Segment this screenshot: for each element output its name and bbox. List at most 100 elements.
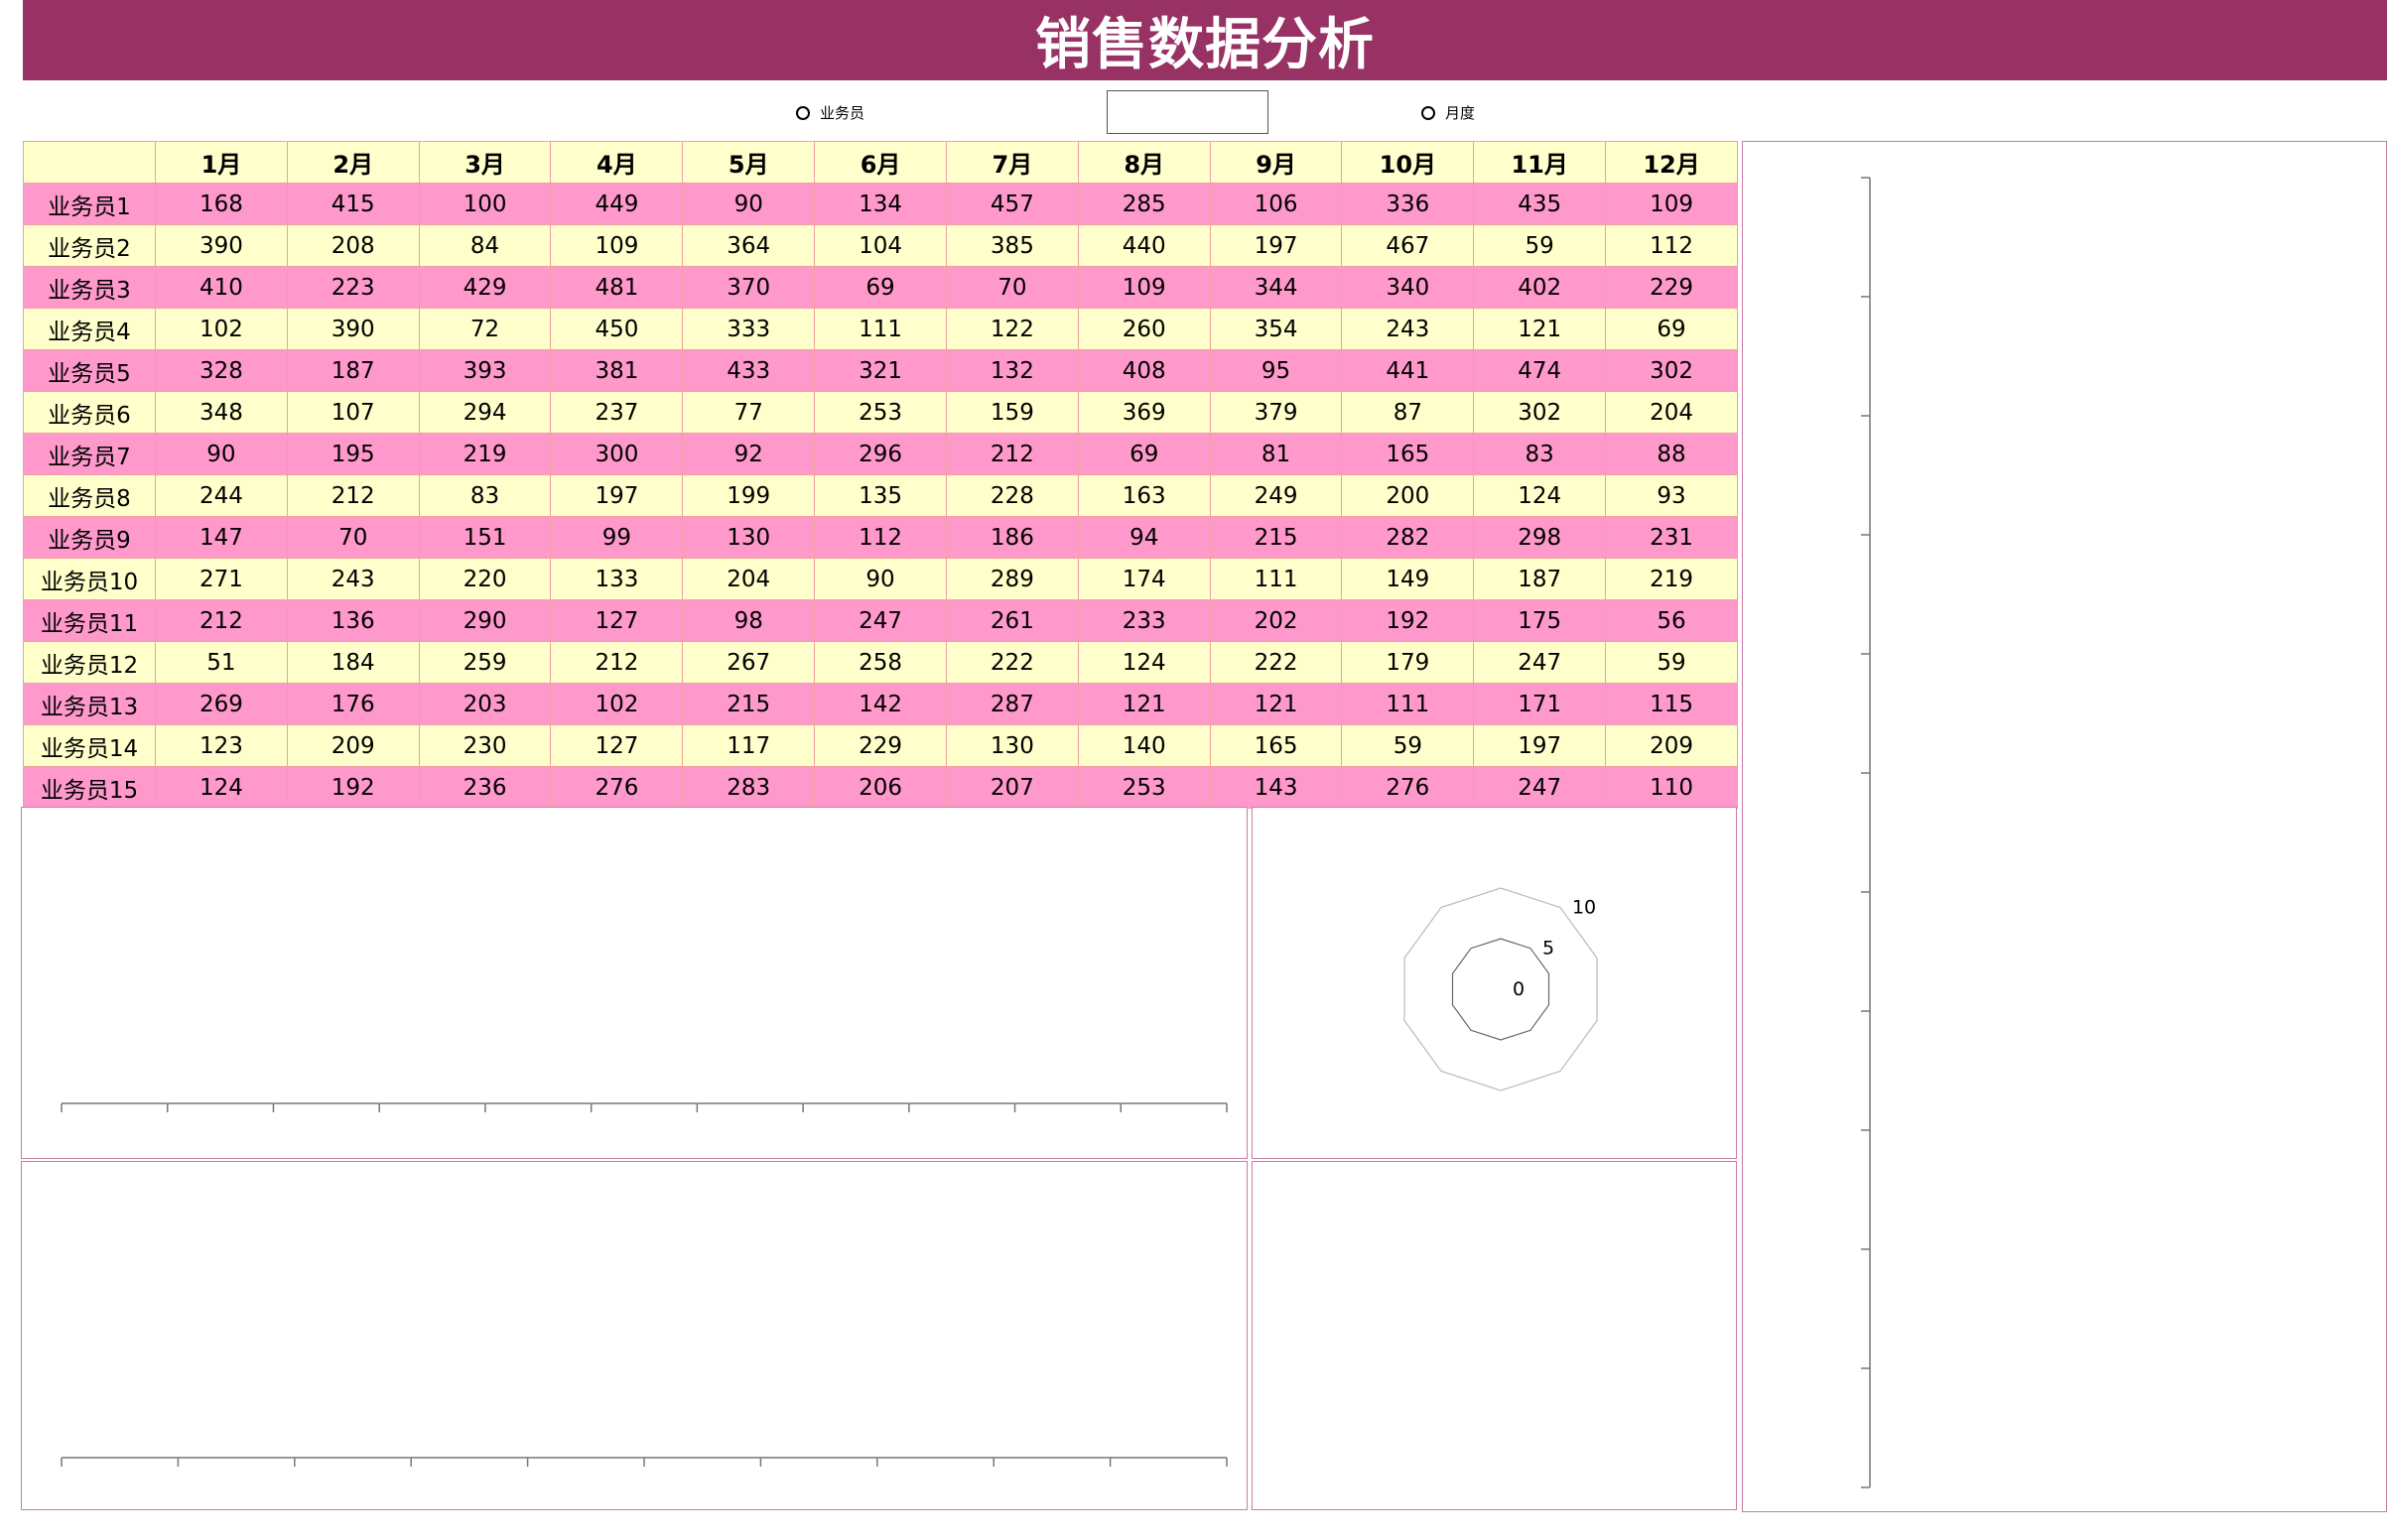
salesperson-chart-panel	[21, 1161, 1248, 1510]
sales-value-cell: 200	[1341, 474, 1475, 517]
salesperson-name-cell: 业务员15	[23, 766, 156, 809]
sales-value-cell: 192	[1341, 599, 1475, 642]
sales-value-cell: 102	[550, 683, 684, 725]
sales-value-cell: 143	[1209, 766, 1343, 809]
sales-value-cell: 192	[286, 766, 420, 809]
radar-chart-panel: 0 5 10	[1252, 807, 1737, 1159]
sales-value-cell: 110	[1605, 766, 1738, 809]
radar-tick-label: 10	[1572, 896, 1596, 918]
radio-salesperson[interactable]: 业务员	[796, 102, 864, 123]
sales-value-cell: 259	[418, 641, 552, 684]
sales-value-cell: 231	[1605, 516, 1738, 559]
sales-value-cell: 260	[1077, 308, 1211, 350]
selection-box[interactable]	[1107, 90, 1268, 134]
radio-circle-icon[interactable]	[796, 105, 810, 120]
sales-value-cell: 302	[1473, 391, 1607, 434]
sales-value-cell: 390	[286, 308, 420, 350]
sales-value-cell: 151	[418, 516, 552, 559]
sales-value-cell: 100	[418, 183, 552, 225]
table-row: 业务员13 269 176 203 102 215 142 287 121 121 111 171 11…	[23, 683, 1738, 725]
sales-value-cell: 203	[418, 683, 552, 725]
sales-value-cell: 93	[1605, 474, 1738, 517]
sales-value-cell: 370	[682, 266, 816, 309]
sales-value-cell: 440	[1077, 224, 1211, 267]
sales-value-cell: 59	[1473, 224, 1607, 267]
page-title: 销售数据分析	[1035, 13, 1375, 77]
salesperson-name-cell: 业务员4	[23, 308, 156, 350]
sales-value-cell: 168	[155, 183, 288, 225]
sales-value-cell: 215	[682, 683, 816, 725]
sales-value-cell: 115	[1605, 683, 1738, 725]
sales-value-cell: 109	[1077, 266, 1211, 309]
sales-value-cell: 287	[945, 683, 1079, 725]
sales-value-cell: 109	[1605, 183, 1738, 225]
sales-value-cell: 236	[418, 766, 552, 809]
sales-value-cell: 229	[1605, 266, 1738, 309]
sales-value-cell: 207	[945, 766, 1079, 809]
header-bar: 销售数据分析	[23, 0, 2387, 80]
column-header: 10月	[1341, 141, 1475, 184]
table-row: 业务员2 390 208 84 109 364 104 385 440 197 467 59 112	[23, 224, 1738, 267]
sales-value-cell: 121	[1473, 308, 1607, 350]
column-header: 3月	[418, 141, 552, 184]
sales-value-cell: 402	[1473, 266, 1607, 309]
sales-value-cell: 140	[1077, 724, 1211, 767]
sales-value-cell: 354	[1209, 308, 1343, 350]
salesperson-name-cell: 业务员3	[23, 266, 156, 309]
sales-value-cell: 84	[418, 224, 552, 267]
radar-tick-label: 5	[1542, 938, 1554, 960]
salesperson-name-cell: 业务员2	[23, 224, 156, 267]
column-header: 2月	[286, 141, 420, 184]
sales-value-cell: 441	[1341, 349, 1475, 392]
sales-value-cell: 393	[418, 349, 552, 392]
monthly-bar-chart	[61, 1102, 1228, 1112]
radio-circle-icon[interactable]	[1421, 105, 1435, 120]
sales-value-cell: 149	[1341, 558, 1475, 600]
column-header: 8月	[1077, 141, 1211, 184]
sales-value-cell: 249	[1209, 474, 1343, 517]
radar-grid-ring	[1403, 887, 1598, 1091]
sales-value-cell: 222	[945, 641, 1079, 684]
sales-value-cell: 72	[418, 308, 552, 350]
sales-value-cell: 124	[1473, 474, 1607, 517]
table-corner-cell	[23, 141, 156, 184]
sales-value-cell: 90	[814, 558, 947, 600]
table-row: 业务员9 147 70 151 99 130 112 186 94 215 282 298 231	[23, 516, 1738, 559]
sales-value-cell: 212	[945, 433, 1079, 475]
sales-value-cell: 433	[682, 349, 816, 392]
sales-value-cell: 208	[286, 224, 420, 267]
sales-value-cell: 83	[1473, 433, 1607, 475]
sales-value-cell: 379	[1209, 391, 1343, 434]
sales-value-cell: 449	[550, 183, 684, 225]
sales-value-cell: 202	[1209, 599, 1343, 642]
sales-value-cell: 123	[155, 724, 288, 767]
sales-value-cell: 171	[1473, 683, 1607, 725]
sales-value-cell: 70	[945, 266, 1079, 309]
sales-value-cell: 253	[814, 391, 947, 434]
sales-value-cell: 244	[155, 474, 288, 517]
sales-value-cell: 364	[682, 224, 816, 267]
sales-value-cell: 435	[1473, 183, 1607, 225]
sales-value-cell: 321	[814, 349, 947, 392]
salesperson-name-cell: 业务员6	[23, 391, 156, 434]
sales-value-cell: 474	[1473, 349, 1607, 392]
monthly-chart-panel	[21, 807, 1248, 1159]
salesperson-name-cell: 业务员14	[23, 724, 156, 767]
sales-value-cell: 290	[418, 599, 552, 642]
sales-value-cell: 94	[1077, 516, 1211, 559]
radio-month[interactable]: 月度	[1421, 102, 1475, 123]
sales-value-cell: 98	[682, 599, 816, 642]
sales-value-cell: 222	[1209, 641, 1343, 684]
sales-value-cell: 219	[1605, 558, 1738, 600]
column-header: 5月	[682, 141, 816, 184]
sales-value-cell: 212	[550, 641, 684, 684]
sales-value-cell: 390	[155, 224, 288, 267]
pie-chart-panel	[1252, 1161, 1737, 1510]
sales-value-cell: 298	[1473, 516, 1607, 559]
sales-value-cell: 408	[1077, 349, 1211, 392]
table-row: 业务员7 90 195 219 300 92 296 212 69 81 165 83 88	[23, 433, 1738, 475]
sales-value-cell: 133	[550, 558, 684, 600]
table-row: 业务员8 244 212 83 197 199 135 228 163 249 200 124 93	[23, 474, 1738, 517]
sales-value-cell: 117	[682, 724, 816, 767]
ranking-bar-chart	[1861, 177, 1871, 1488]
